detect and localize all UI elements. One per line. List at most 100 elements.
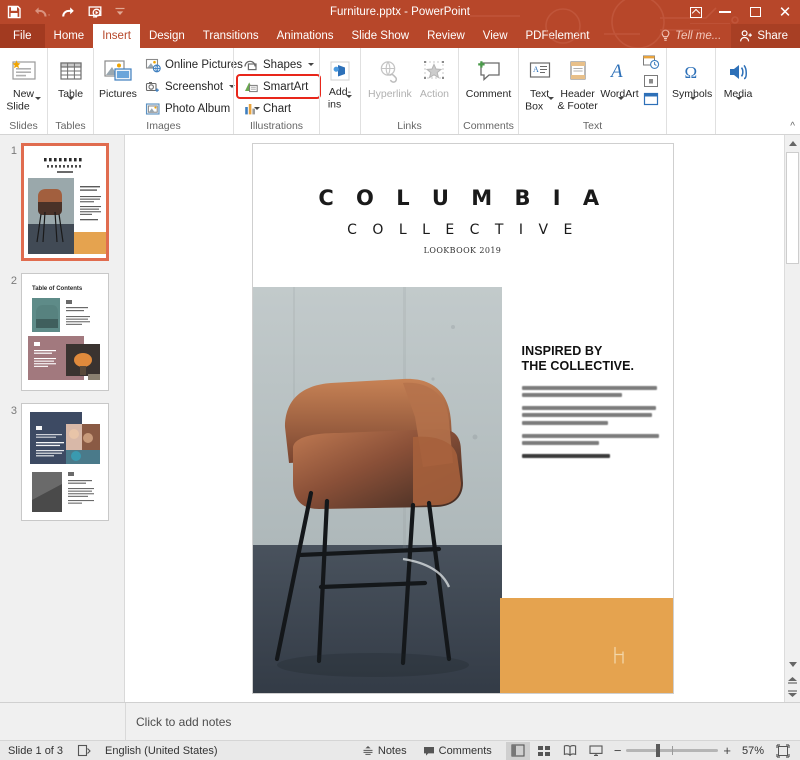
tab-animations[interactable]: Animations [268, 24, 343, 48]
svg-text:A: A [533, 65, 539, 74]
chart-button[interactable]: Chart [238, 98, 319, 119]
fit-slide-to-window-icon[interactable] [770, 741, 796, 760]
slide-photo[interactable] [252, 287, 502, 693]
maximize-icon[interactable] [740, 0, 770, 24]
zoom-in-button[interactable]: + [723, 744, 731, 757]
ribbon-tab-bar: File Home Insert Design Transitions Anim… [0, 24, 800, 48]
notes-input[interactable]: Click to add notes [125, 703, 800, 740]
scrollbar-thumb[interactable] [786, 152, 799, 264]
media-caret-icon[interactable] [735, 96, 742, 112]
tab-file[interactable]: File [0, 24, 45, 48]
slide-orange-block[interactable] [499, 598, 673, 693]
next-slide-icon[interactable] [785, 687, 800, 702]
list-item[interactable]: 1 [0, 143, 124, 261]
vertical-scrollbar[interactable] [784, 135, 800, 702]
share-person-icon [739, 29, 753, 43]
media-button[interactable]: Media [720, 52, 756, 113]
pictures-button[interactable]: Pictures [98, 52, 138, 102]
tab-pdfelement[interactable]: PDFelement [517, 24, 599, 48]
zoom-slider-thumb[interactable] [656, 744, 661, 757]
shapes-button[interactable]: Shapes [238, 54, 319, 75]
reading-view-button[interactable] [558, 742, 582, 760]
customize-quick-access-toolbar-icon[interactable] [114, 4, 130, 20]
normal-view-button[interactable] [505, 741, 530, 760]
text-box-label-line2: Box [525, 100, 544, 113]
tab-view[interactable]: View [474, 24, 517, 48]
slide-thumbnail-2[interactable]: Table of Contents [21, 273, 109, 391]
slide-title[interactable]: C O L U M B I A [253, 186, 673, 210]
new-slide-caret-icon[interactable] [34, 96, 41, 112]
share-button[interactable]: Share [731, 24, 800, 48]
text-box-label-line1: Text [529, 88, 550, 100]
scroll-up-icon[interactable] [784, 135, 800, 151]
slide-subtitle[interactable]: C O L L E C T I V E [253, 222, 673, 238]
table-caret-icon[interactable] [68, 96, 75, 112]
slide-thumbnail-3[interactable] [21, 403, 109, 521]
smartart-button[interactable]: SmartArt [235, 74, 322, 99]
close-icon[interactable]: ✕ [770, 0, 800, 24]
tab-home[interactable]: Home [45, 24, 94, 48]
list-item[interactable]: 2 Table of Contents [0, 273, 124, 391]
slide-sorter-view-button[interactable] [532, 742, 556, 760]
previous-slide-icon[interactable] [785, 672, 800, 687]
symbols-button[interactable]: Ω Symbols [671, 52, 713, 113]
add-ins-button[interactable]: Add- ins [324, 52, 356, 112]
svg-text:Table of Contents: Table of Contents [32, 286, 83, 292]
minimize-icon[interactable] [710, 0, 740, 24]
object-icon[interactable] [642, 92, 662, 108]
powerpoint-window: Furniture.pptx - PowerPoint ✕ File Home … [0, 0, 800, 760]
slide-thumbnail-1[interactable] [21, 143, 109, 261]
slide-lookbook-label[interactable]: LOOKBOOK 2019 [253, 246, 673, 255]
ribbon-display-options-icon[interactable] [682, 0, 710, 24]
new-slide-button[interactable]: New Slide [4, 52, 43, 114]
list-item[interactable]: 3 [0, 403, 124, 521]
add-ins-caret-icon[interactable] [346, 94, 353, 110]
text-box-button[interactable]: A Text Box [523, 52, 556, 114]
collapse-ribbon-icon[interactable]: ^ [790, 121, 795, 132]
scroll-down-icon[interactable] [784, 656, 800, 672]
notes-toggle-button[interactable]: Notes [354, 741, 415, 760]
tab-transitions[interactable]: Transitions [194, 24, 268, 48]
tab-review[interactable]: Review [418, 24, 474, 48]
smartart-label: SmartArt [263, 80, 309, 93]
svg-text:Ω: Ω [685, 63, 698, 82]
online-pictures-icon [145, 57, 161, 73]
ribbon-group-images: Pictures Online Pictures Screenshot Phot… [93, 48, 261, 134]
zoom-slider-track[interactable] [626, 744, 719, 757]
group-label-tables: Tables [55, 120, 86, 132]
tell-me-box[interactable]: Tell me... [650, 24, 731, 48]
text-box-caret-icon[interactable] [548, 96, 555, 112]
slide-thumbnail-pane[interactable]: 1 2 Table of Contents 3 [0, 135, 125, 702]
symbols-caret-icon[interactable] [690, 96, 697, 112]
shapes-label: Shapes [263, 58, 303, 71]
undo-icon[interactable] [33, 4, 50, 20]
zoom-level-label[interactable]: 57% [736, 745, 764, 757]
tell-me-label: Tell me... [675, 30, 722, 42]
table-button[interactable]: Table [52, 52, 89, 113]
tab-slide-show[interactable]: Slide Show [343, 24, 419, 48]
shapes-caret-icon[interactable] [308, 63, 315, 66]
tab-insert[interactable]: Insert [93, 24, 140, 48]
slide-number-icon[interactable] [642, 74, 662, 90]
slide-body-paragraph [521, 386, 662, 398]
redo-icon[interactable] [60, 4, 76, 20]
accessibility-checker-icon[interactable] [71, 741, 97, 760]
zoom-control[interactable]: − + 57% [608, 744, 770, 757]
action-button[interactable]: Action [415, 52, 454, 102]
header-footer-button[interactable]: Header & Footer [556, 52, 599, 113]
comments-toggle-button[interactable]: Comments [415, 741, 500, 760]
current-slide[interactable]: C O L U M B I A C O L L E C T I V E LOOK… [251, 143, 674, 694]
wordart-caret-icon[interactable] [617, 96, 624, 112]
start-from-beginning-icon[interactable] [87, 4, 103, 20]
photo-album-icon [145, 101, 161, 117]
comment-button[interactable]: Comment [463, 52, 514, 102]
date-and-time-icon[interactable] [642, 54, 662, 72]
wordart-button[interactable]: A WordArt [599, 52, 640, 113]
slide-text-column[interactable]: INSPIRED BY THE COLLECTIVE. [521, 344, 662, 461]
slide-show-view-button[interactable] [584, 742, 608, 760]
hyperlink-button[interactable]: Hyperlink [365, 52, 415, 102]
save-icon[interactable] [6, 4, 22, 20]
zoom-out-button[interactable]: − [614, 744, 622, 757]
language-indicator[interactable]: English (United States) [97, 741, 226, 760]
tab-design[interactable]: Design [140, 24, 194, 48]
